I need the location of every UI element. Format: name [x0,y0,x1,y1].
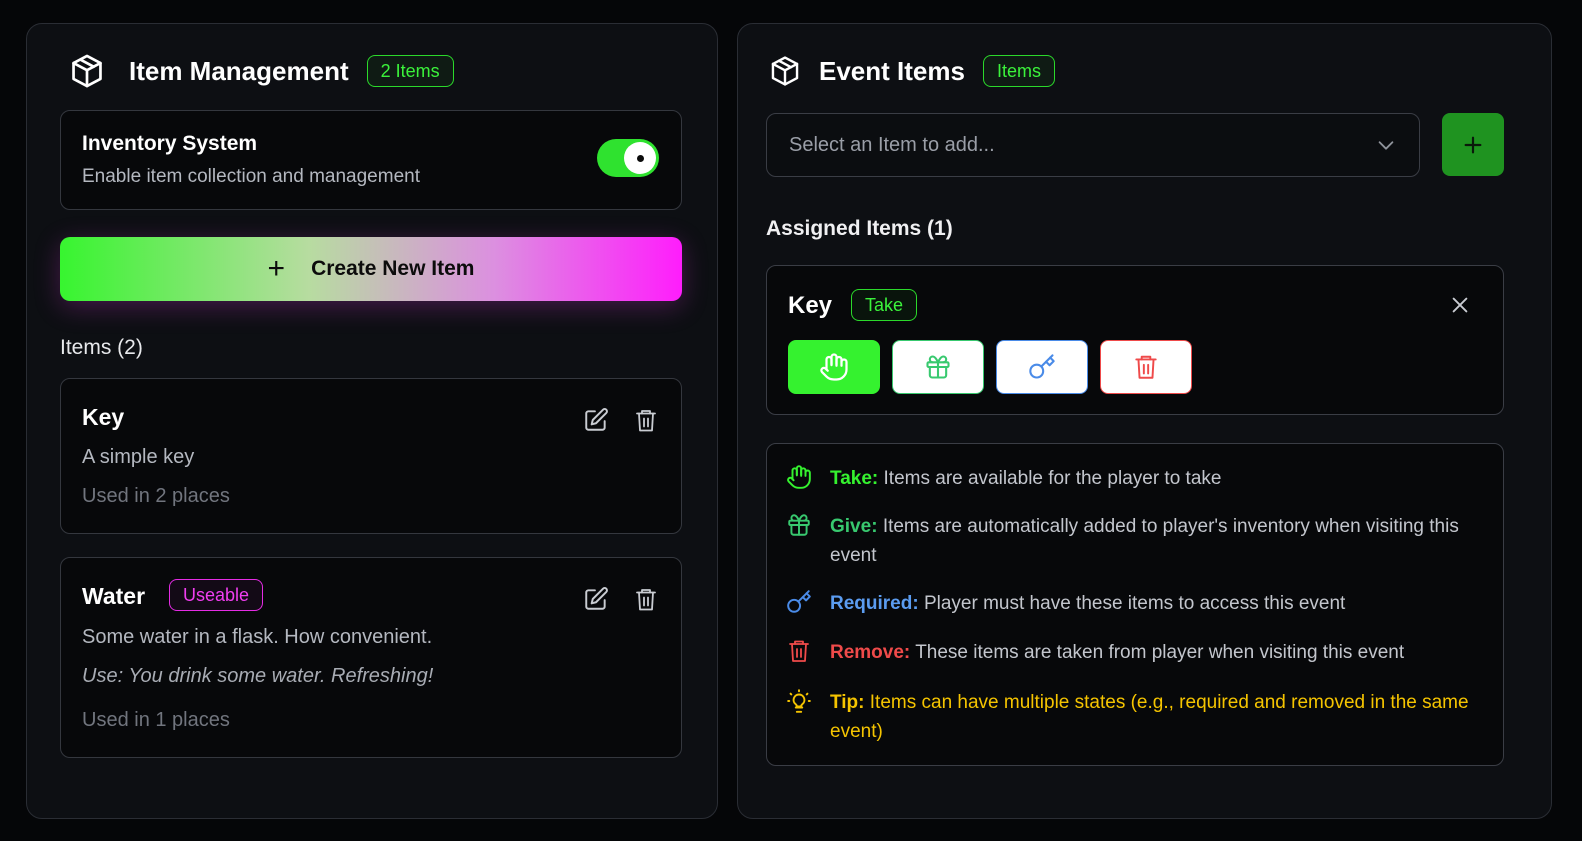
legend-give: Give: Items are automatically added to p… [785,512,1485,570]
legend-text: These items are taken from player when v… [915,642,1405,663]
hand-icon [785,464,813,492]
inventory-system-card: Inventory System Enable item collection … [60,110,682,210]
plus-icon: + [267,252,286,285]
trash-icon [1135,355,1157,379]
items-section-label: Items (2) [60,336,143,359]
items-count-badge: 2 Items [366,55,454,87]
close-icon[interactable] [1449,294,1471,321]
trash-icon[interactable] [633,585,659,613]
item-actions [583,406,659,434]
legend-text: Items can have multiple states (e.g., re… [830,692,1469,742]
item-actions [583,585,659,613]
legend-remove: Remove: These items are taken from playe… [785,638,1485,667]
legend-text: Player must have these items to access t… [923,593,1346,614]
select-placeholder: Select an Item to add... [789,133,995,156]
legend-text: Items are available for the player to ta… [883,468,1222,489]
required-state-button[interactable] [996,340,1088,394]
create-new-item-label: Create New Item [311,257,475,280]
inventory-toggle[interactable] [597,139,659,177]
key-icon [785,589,813,617]
item-name: Water [82,583,146,609]
legend-text: Items are automatically added to player'… [830,516,1459,566]
lightbulb-icon [785,688,813,716]
panel-header: Item Management 2 Items [67,51,454,91]
hand-icon [820,353,848,381]
event-items-panel: Event Items Items Select an Item to add.… [737,23,1552,819]
inventory-system-subtitle: Enable item collection and management [82,166,420,187]
assigned-item-name: Key [788,292,833,319]
remove-state-button[interactable] [1100,340,1192,394]
panel-title: Event Items [819,55,965,86]
item-description: Some water in a flask. How convenient. [82,626,433,648]
legend-label: Remove: [830,642,911,663]
chevron-down-icon [1375,134,1397,161]
trash-icon [785,638,813,666]
panel-header: Event Items Items [765,51,1055,91]
states-legend: Take: Items are available for the player… [766,443,1504,766]
gift-icon [785,512,813,540]
trash-icon[interactable] [633,406,659,434]
legend-label: Give: [830,516,878,537]
inventory-system-title: Inventory System [82,132,258,155]
item-usage: Used in 2 places [82,485,230,507]
plus-icon [1464,136,1482,153]
item-usage: Used in 1 places [82,709,230,731]
edit-icon[interactable] [583,585,609,613]
state-badge: Take [851,289,918,321]
gift-icon [926,355,950,379]
page-title: Item Management [129,55,349,86]
legend-label: Take: [830,468,879,489]
assigned-item-card: Key Take [766,265,1504,415]
legend-label: Required: [830,593,919,614]
legend-label: Tip: [830,692,865,713]
legend-take: Take: Items are available for the player… [785,464,1485,493]
take-state-button[interactable] [788,340,880,394]
assigned-items-label: Assigned Items (1) [766,217,953,240]
create-new-item-button[interactable]: + Create New Item [60,237,682,301]
item-card-water: Water Useable Some water in a flask. How… [60,557,682,758]
item-use-text: Use: You drink some water. Refreshing! [82,665,434,687]
toggle-knob [624,142,656,174]
item-name: Key [82,404,125,430]
key-icon [1029,354,1055,379]
item-card-key: Key A simple key Used in 2 places [60,378,682,534]
item-select-dropdown[interactable]: Select an Item to add... [766,113,1420,177]
cube-icon [67,51,107,91]
edit-icon[interactable] [583,406,609,434]
item-description: A simple key [82,446,195,468]
legend-required: Required: Player must have these items t… [785,589,1485,618]
give-state-button[interactable] [892,340,984,394]
useable-badge: Useable [169,579,264,611]
add-item-button[interactable] [1442,113,1504,176]
items-badge: Items [982,55,1055,87]
item-management-panel: Item Management 2 Items Inventory System… [26,23,718,819]
state-buttons [788,340,1192,394]
cube-icon [765,51,805,91]
legend-tip: Tip: Items can have multiple states (e.g… [785,688,1485,746]
